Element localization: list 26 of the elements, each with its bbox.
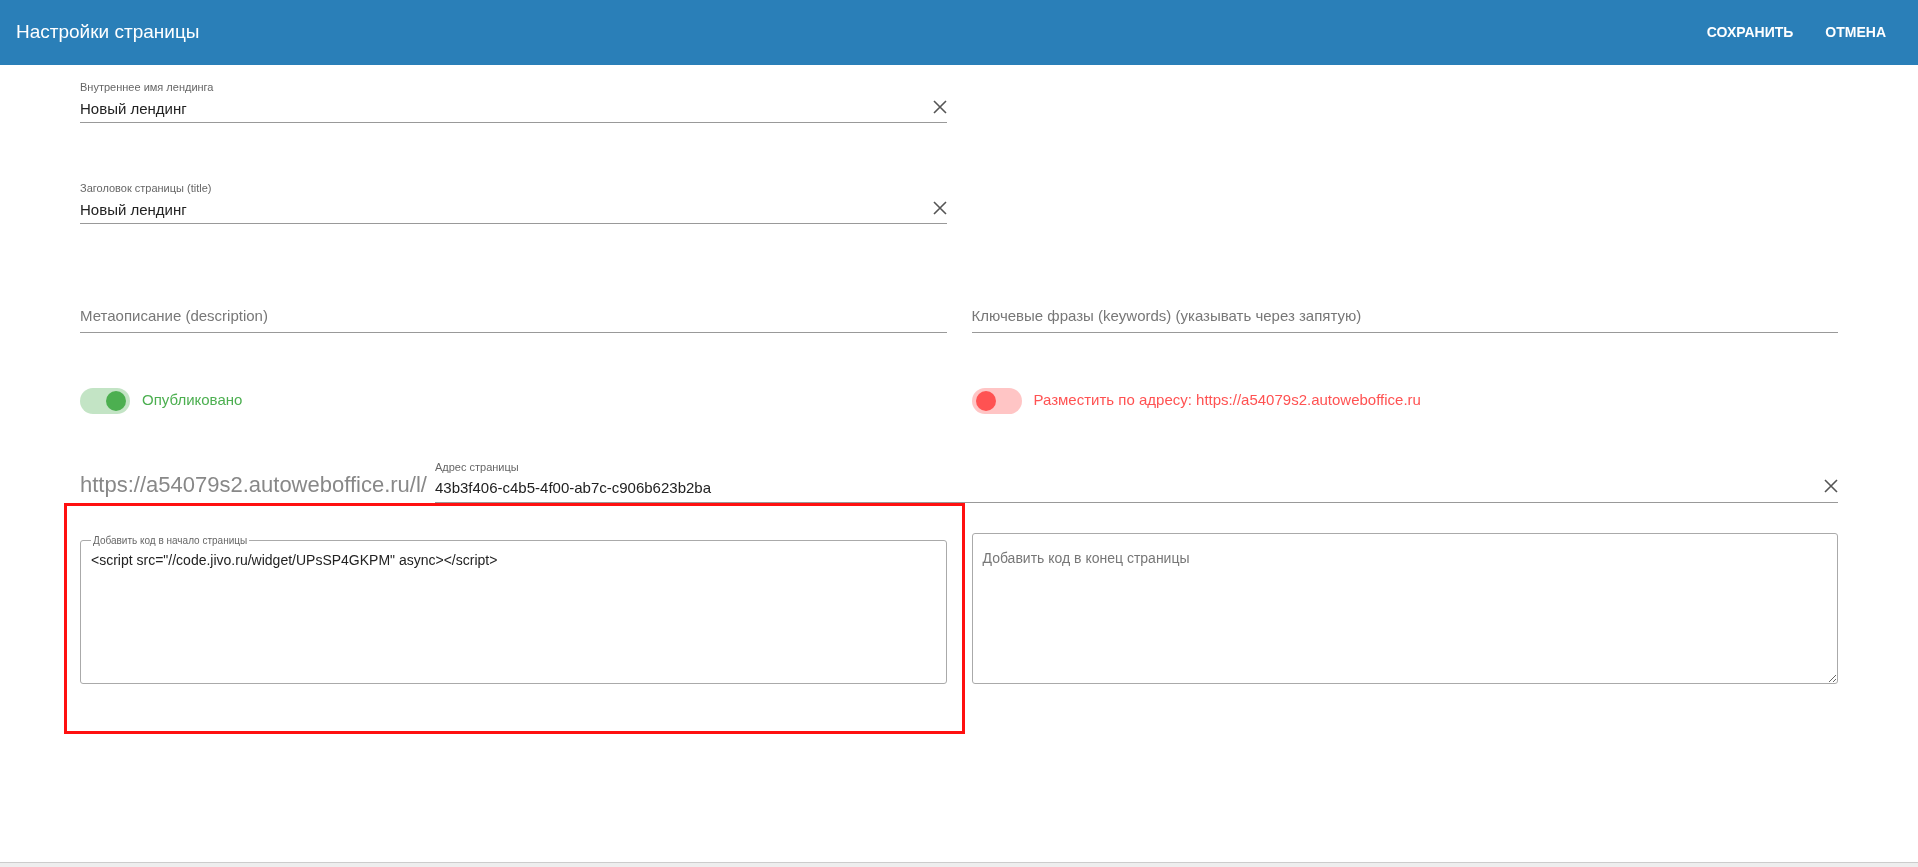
field-label: Внутреннее имя лендинга <box>80 80 215 95</box>
code-textarea[interactable]: Добавить код в начало страницы <script src="//code.jivo.ru/widget/UPsSP4GKPM" async></script> <box>80 532 947 684</box>
field-label: Заголовок страницы (title) <box>80 181 213 196</box>
close-icon[interactable] <box>933 200 947 215</box>
field-label: Адрес страницы <box>434 459 520 475</box>
url-prefix: https://a54079s2.autoweboffice.ru/l/ <box>80 470 428 499</box>
field-value: 43b3f406-c4b5-4f00-ab7c-c906b623b2ba <box>434 478 711 498</box>
toggle-switch[interactable] <box>80 387 130 414</box>
text-field[interactable]: Метаописание (description) <box>80 301 947 333</box>
close-icon[interactable] <box>933 99 947 114</box>
text-field[interactable]: Адрес страницы 43b3f406-c4b5-4f00-ab7c-c906b623b2ba <box>434 458 1838 503</box>
close-icon[interactable] <box>1824 479 1838 494</box>
text-field[interactable]: Ключевые фразы (keywords) (указывать через запятую) <box>971 301 1838 333</box>
toggle-label: Разместить по адресу: https://a54079s2.autoweboffice.ru <box>1033 390 1421 411</box>
header-action[interactable]: СОХРАНИТЬ <box>1690 14 1810 51</box>
code-textarea[interactable]: Добавить код в конец страницы <box>971 532 1838 684</box>
toggle-label: Опубликовано <box>142 390 243 411</box>
textarea-value: <script src="//code.jivo.ru/widget/UPsSP4GKPM" async></script> <box>91 550 499 570</box>
header-action[interactable]: ОТМЕНА <box>1809 14 1902 51</box>
textarea-label: Добавить код в начало страницы <box>92 533 249 548</box>
text-field[interactable]: Заголовок страницы (title) Новый лендинг <box>80 180 947 224</box>
text-field[interactable]: Внутреннее имя лендинга Новый лендинг <box>80 79 947 123</box>
page-title: Настройки страницы <box>16 20 201 45</box>
toggle-switch[interactable] <box>971 387 1022 414</box>
field-value: Новый лендинг <box>80 199 187 220</box>
field-value: Новый лендинг <box>80 98 187 119</box>
